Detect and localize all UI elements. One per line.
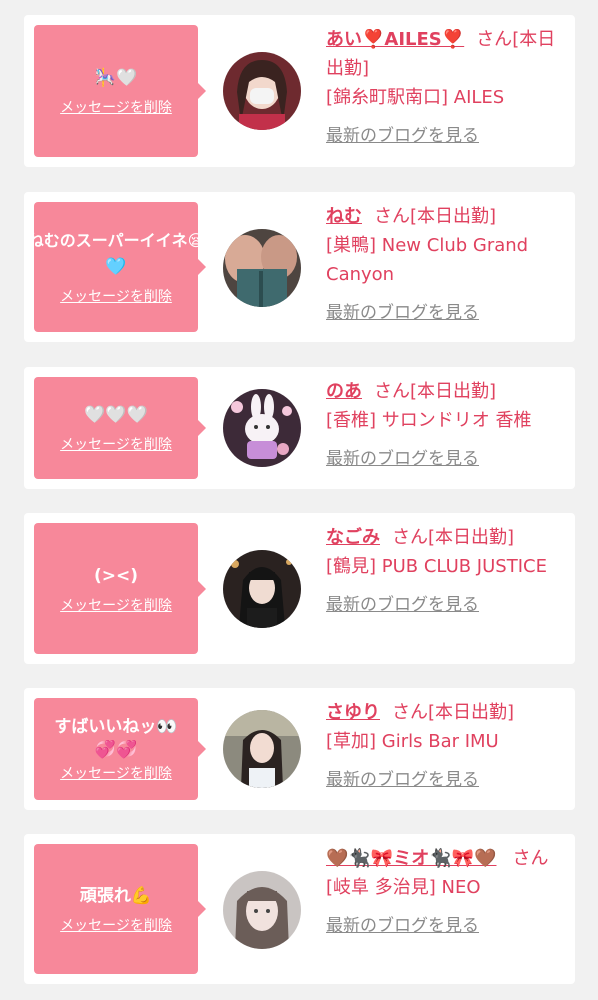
avatar[interactable]: [223, 550, 301, 628]
message-text: 🎠🤍: [94, 68, 138, 88]
message-bubble: 🎠🤍 メッセージを削除: [34, 25, 206, 157]
avatar[interactable]: [223, 389, 301, 467]
cast-name-link[interactable]: なごみ: [326, 527, 380, 548]
message-text-line2: 🩵: [105, 257, 127, 277]
shop-name: [草加] Girls Bar IMU: [326, 731, 499, 752]
blog-link[interactable]: 最新のブログを見る: [326, 766, 562, 795]
cast-info: のあ さん[本日出勤] [香椎] サロンドリオ 香椎 最新のブログを見る: [326, 377, 562, 474]
message-card: すばいいねッ👀 💞💞 メッセージを削除 さゆり さん[本日出勤] [草加] Gir…: [24, 688, 575, 810]
message-bubble: すばいいねッ👀 💞💞 メッセージを削除: [34, 698, 206, 800]
shop-name: [錦糸町駅南口] AILES: [326, 87, 505, 108]
delete-message-link[interactable]: メッセージを削除: [60, 763, 172, 783]
message-text: (><): [93, 565, 139, 586]
cast-name-link[interactable]: のあ: [326, 381, 362, 402]
message-text: 頑張れ💪: [79, 886, 153, 906]
message-card: 🎠🤍 メッセージを削除 あい❣️AILES❣️ さん[本日出勤] [錦糸町駅南口]…: [24, 15, 575, 167]
delete-message-link[interactable]: メッセージを削除: [60, 915, 172, 935]
honorific: さん: [374, 206, 410, 227]
avatar[interactable]: [223, 229, 301, 307]
cast-info: なごみ さん[本日出勤] [鶴見] PUB CLUB JUSTICE 最新のブログ…: [326, 523, 562, 620]
shop-name: [岐阜 多治見] NEO: [326, 877, 481, 898]
blog-link[interactable]: 最新のブログを見る: [326, 591, 562, 620]
shop-name: [鶴見] PUB CLUB JUSTICE: [326, 556, 547, 577]
blog-link[interactable]: 最新のブログを見る: [326, 445, 562, 474]
work-status: [本日出勤]: [428, 702, 515, 723]
message-card: 🤍🤍🤍 メッセージを削除 のあ さん[本日出勤] [香椎] サロンドリオ 香椎 最…: [24, 367, 575, 489]
honorific: さん: [512, 848, 549, 869]
honorific: さん: [476, 29, 513, 50]
honorific: さん: [374, 381, 410, 402]
message-text: 🤍🤍🤍: [84, 405, 148, 425]
cast-info: 🤎🐈‍⬛🎀ミオ🐈‍⬛🎀🤎 さん [岐阜 多治見] NEO 最新のブログを見る: [326, 844, 562, 941]
avatar[interactable]: [223, 871, 301, 949]
cast-name-link[interactable]: 🤎🐈‍⬛🎀ミオ🐈‍⬛🎀🤎: [326, 848, 496, 869]
message-bubble: ねむのスーパーイイネ😪 🩵 メッセージを削除: [28, 202, 206, 332]
message-card: 頑張れ💪 メッセージを削除 🤎🐈‍⬛🎀ミオ🐈‍⬛🎀🤎 さん [岐阜 多治見] NE…: [24, 834, 575, 984]
message-bubble: (><) メッセージを削除: [34, 523, 206, 654]
work-status: [本日出勤]: [428, 527, 515, 548]
cast-name-link[interactable]: あい❣️AILES❣️: [326, 29, 464, 50]
message-bubble: 頑張れ💪 メッセージを削除: [34, 844, 206, 974]
blog-link[interactable]: 最新のブログを見る: [326, 912, 562, 941]
delete-message-link[interactable]: メッセージを削除: [60, 595, 172, 615]
avatar[interactable]: [223, 710, 301, 788]
cast-info: あい❣️AILES❣️ さん[本日出勤] [錦糸町駅南口] AILES 最新のブロ…: [326, 25, 562, 151]
message-text: ねむのスーパーイイネ😪: [27, 231, 205, 250]
message-card: (><) メッセージを削除 なごみ さん[本日出勤] [鶴見] PUB CLUB …: [24, 513, 575, 664]
cast-name-link[interactable]: さゆり: [326, 702, 380, 723]
honorific: さん: [392, 527, 428, 548]
shop-name: [香椎] サロンドリオ 香椎: [326, 410, 532, 431]
blog-link[interactable]: 最新のブログを見る: [326, 122, 562, 151]
work-status: [本日出勤]: [410, 381, 497, 402]
blog-link[interactable]: 最新のブログを見る: [326, 299, 562, 328]
delete-message-link[interactable]: メッセージを削除: [60, 97, 172, 117]
message-text-line2: 💞💞: [94, 740, 138, 760]
shop-name: [巣鴨] New Club Grand Canyon: [326, 235, 529, 285]
delete-message-link[interactable]: メッセージを削除: [60, 286, 172, 306]
message-card: ねむのスーパーイイネ😪 🩵 メッセージを削除 ねむ さん[本日出勤] [巣鴨] N…: [24, 192, 575, 342]
cast-name-link[interactable]: ねむ: [326, 206, 362, 227]
avatar[interactable]: [223, 52, 301, 130]
message-bubble: 🤍🤍🤍 メッセージを削除: [34, 377, 206, 479]
message-text: すばいいねッ👀: [54, 717, 178, 737]
cast-info: ねむ さん[本日出勤] [巣鴨] New Club Grand Canyon 最新…: [326, 202, 562, 328]
message-list: 🎠🤍 メッセージを削除 あい❣️AILES❣️ さん[本日出勤] [錦糸町駅南口]…: [0, 0, 598, 1000]
cast-info: さゆり さん[本日出勤] [草加] Girls Bar IMU 最新のブログを見る: [326, 698, 562, 795]
delete-message-link[interactable]: メッセージを削除: [60, 434, 172, 454]
honorific: さん: [392, 702, 428, 723]
work-status: [本日出勤]: [410, 206, 497, 227]
